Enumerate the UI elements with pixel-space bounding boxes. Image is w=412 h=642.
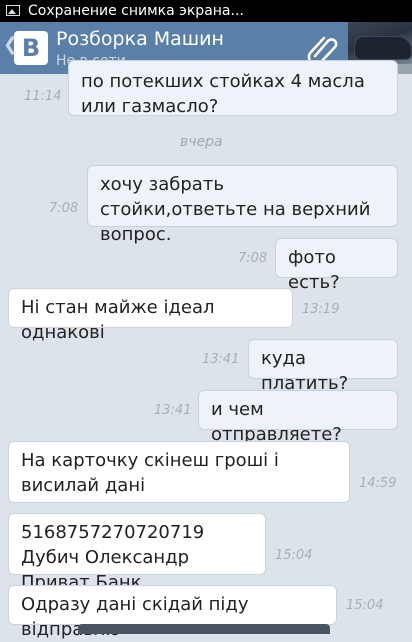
message-time: 15:04 — [346, 598, 384, 613]
image-icon — [6, 5, 20, 16]
message-text: куда платить? — [261, 348, 349, 394]
message-bubble[interactable]: Одразу дані скідай піду відправлю — [8, 585, 337, 640]
message-bubble[interactable]: На карточку скінеш гроші і висилай дані — [8, 441, 350, 503]
message-time: 7:08 — [49, 201, 79, 216]
message-time: 13:41 — [202, 352, 240, 367]
message-bubble[interactable]: и чем отправляете? — [198, 390, 398, 445]
message-bubble[interactable]: по потекших стойках 4 масла или газмасло… — [68, 60, 398, 117]
message-text: хочу забрать стойки,ответьте на верхний … — [100, 174, 371, 245]
message-bubble[interactable]: хочу забрать стойки,ответьте на верхний … — [87, 165, 398, 245]
status-text: Сохранение снимка экрана... — [28, 3, 244, 19]
car-image — [354, 36, 412, 60]
message-bubble[interactable]: 5168757270720719 Дубич Олександр Приват … — [8, 513, 266, 593]
message-bubble[interactable]: Ні стан майже ідеал однакові — [8, 288, 293, 343]
message-bubble[interactable]: фото есть? — [275, 238, 398, 293]
message-bubble[interactable]: куда платить? — [248, 339, 398, 394]
message-time: 11:14 — [24, 89, 62, 104]
message-text: и чем отправляете? — [211, 399, 342, 445]
message-text: На карточку скінеш гроші і висилай дані — [21, 450, 279, 496]
message-text: по потекших стойках 4 масла или газмасло… — [81, 71, 365, 117]
message-time: 7:08 — [238, 251, 268, 266]
message-text: фото есть? — [288, 247, 340, 293]
message-text: 5168757270720719 Дубич Олександр Приват … — [21, 522, 205, 593]
message-time: 13:19 — [302, 302, 340, 317]
day-separator: вчера — [180, 134, 223, 150]
message-time: 14:59 — [359, 476, 397, 491]
message-time: 13:41 — [154, 403, 192, 418]
toast-notification — [78, 624, 330, 634]
message-text: Ні стан майже ідеал однакові — [21, 297, 215, 343]
chat-title: Розборка Машин — [56, 28, 224, 50]
vk-logo[interactable]: В — [14, 31, 48, 65]
message-time: 15:04 — [275, 548, 313, 563]
status-bar: Сохранение снимка экрана... — [0, 0, 412, 22]
